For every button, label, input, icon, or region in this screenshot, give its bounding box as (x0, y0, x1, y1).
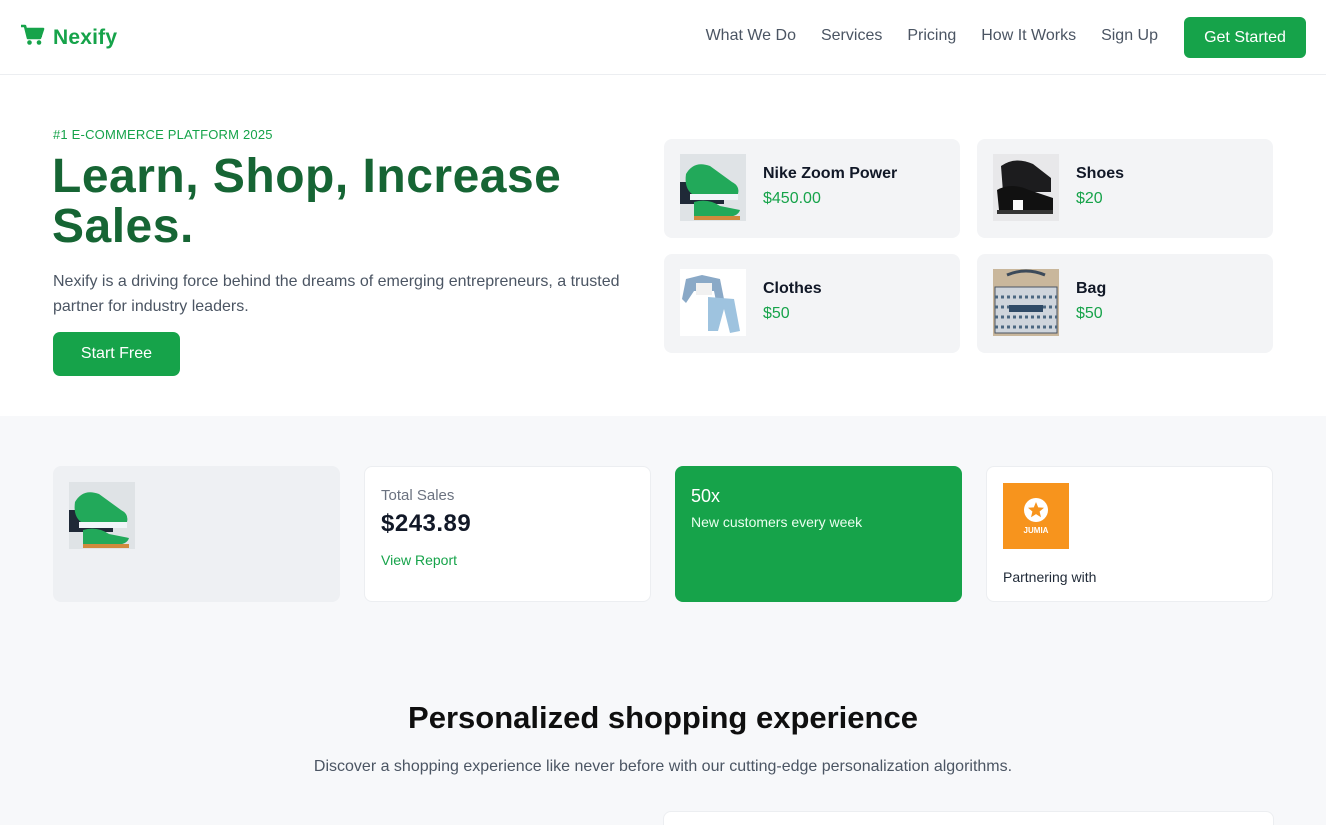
partner-card: JUMIA Partnering with (986, 466, 1273, 602)
product-name: Bag (1076, 280, 1107, 297)
product-card-clothes[interactable]: Clothes $50 (664, 254, 960, 353)
product-price: $50 (763, 305, 790, 322)
customer-growth-card: 50x New customers every week (675, 466, 962, 602)
sneaker-image (69, 482, 135, 549)
product-price: $20 (1076, 190, 1103, 207)
bag-image (993, 269, 1059, 336)
product-name: Shoes (1076, 165, 1125, 182)
partner-text: Partnering with (1003, 569, 1097, 585)
growth-multiplier: 50x (691, 486, 721, 506)
nav-link-sign-up[interactable]: Sign Up (1101, 27, 1158, 45)
hero-title: Learn, Shop, Increase Sales. (52, 150, 562, 253)
hero-subtitle: Nexify is a driving force behind the dre… (53, 273, 620, 315)
hero-eyebrow: #1 E-COMMERCE PLATFORM 2025 (53, 127, 273, 142)
section-subtitle: Discover a shopping experience like neve… (313, 758, 1013, 775)
growth-description: New customers every week (691, 514, 863, 530)
clothes-image (680, 269, 746, 336)
start-free-button[interactable]: Start Free (53, 332, 180, 376)
brand-logo[interactable]: Nexify (20, 24, 117, 51)
product-name: Clothes (763, 280, 822, 297)
jumia-logo-text: JUMIA (1023, 526, 1049, 535)
total-sales-label: Total Sales (381, 487, 455, 504)
nav-link-how-it-works[interactable]: How It Works (981, 27, 1076, 45)
shoes-image (993, 154, 1059, 221)
brand-name: Nexify (53, 25, 118, 49)
jumia-logo: JUMIA (1003, 483, 1069, 549)
section-title: Personalized shopping experience (408, 700, 918, 735)
star-icon (1024, 498, 1048, 522)
top-navbar: Nexify What We Do Services Pricing How I… (0, 0, 1326, 75)
sneaker-image (680, 154, 746, 221)
nav-link-what-we-do[interactable]: What We Do (706, 27, 796, 45)
product-card-nike-zoom-power[interactable]: Nike Zoom Power $450.00 (664, 139, 960, 238)
nav-link-services[interactable]: Services (821, 27, 882, 45)
nav-link-pricing[interactable]: Pricing (907, 27, 956, 45)
featured-product-card (53, 466, 340, 602)
feature-card (663, 811, 1274, 825)
view-report-link[interactable]: View Report (381, 552, 457, 568)
product-name: Nike Zoom Power (763, 165, 898, 182)
total-sales-value: $243.89 (381, 510, 472, 537)
product-price: $50 (1076, 305, 1103, 322)
get-started-button[interactable]: Get Started (1184, 17, 1306, 58)
nav-links: What We Do Services Pricing How It Works… (706, 27, 1158, 45)
cart-icon (20, 24, 45, 51)
product-card-bag[interactable]: Bag $50 (977, 254, 1273, 353)
product-price: $450.00 (763, 190, 821, 207)
total-sales-card: Total Sales $243.89 View Report (364, 466, 651, 602)
product-card-shoes[interactable]: Shoes $20 (977, 139, 1273, 238)
